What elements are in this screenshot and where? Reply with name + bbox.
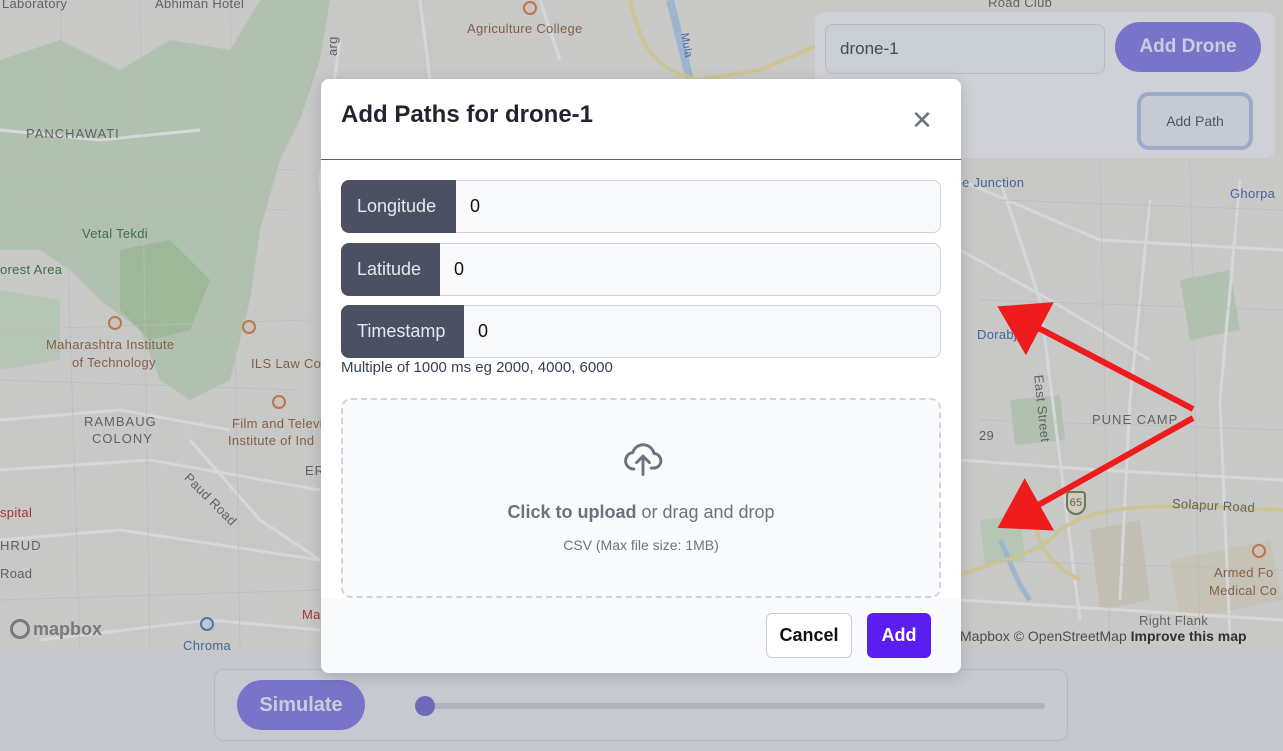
annotation-arrows xyxy=(997,302,1195,531)
annotation-arrow-down xyxy=(997,415,1195,531)
annotation-arrow-up xyxy=(997,302,1195,412)
